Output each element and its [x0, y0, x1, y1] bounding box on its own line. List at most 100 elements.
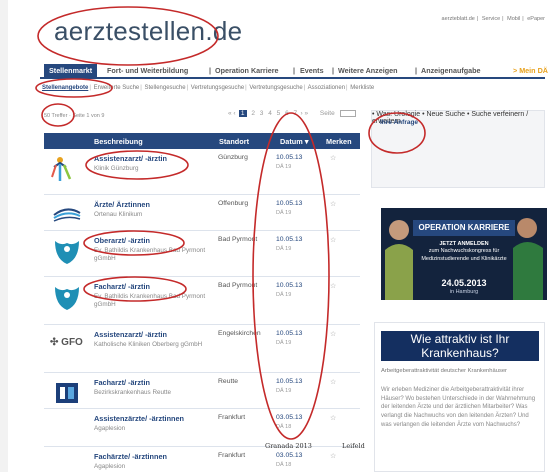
subnav-erweiterte-suche[interactable]: Erweiterte Suche — [94, 85, 140, 91]
bookmark-icon[interactable]: ☆ — [330, 282, 336, 290]
promo-subheading: JETZT ANMELDEN zum Nachwuchskongress für… — [421, 241, 507, 262]
watermark-right: Leifeld — [342, 442, 365, 450]
bookmark-icon[interactable]: ☆ — [330, 378, 336, 386]
pager-page-4[interactable]: 4 — [268, 110, 272, 117]
nav-sep: | — [332, 66, 335, 75]
search-query-title: Ihre Anfrage — [380, 119, 419, 126]
nav-operation-karriere[interactable]: Operation Karriere — [215, 66, 279, 75]
subnav-vertretungsgesuche-1[interactable]: Vertretungsgesuche — [191, 85, 244, 91]
bookmark-icon[interactable]: ☆ — [330, 154, 336, 162]
listing-employer: Bezirkskrankenhaus Reutte — [94, 389, 172, 396]
pager-page-5[interactable]: 5 — [277, 110, 281, 117]
listing-location: Offenburg — [218, 200, 249, 207]
listing-date: 10.05.13 — [276, 330, 303, 337]
nav-weitere-anzeigen[interactable]: Weitere Anzeigen — [338, 66, 398, 75]
listing-title[interactable]: Assistenzarzt/ -ärztin — [94, 154, 167, 163]
bathildis-logo-icon — [55, 287, 79, 310]
table-header: Beschreibung Standort Datum ▾ Merken — [44, 133, 360, 149]
pager-prev[interactable]: « ‹ — [228, 110, 236, 117]
col-standort[interactable]: Standort — [219, 137, 249, 146]
listing-employer: Ev. Bathildis Krankenhaus Bad Pyrmont gG… — [94, 247, 206, 262]
subnav-assoziationen[interactable]: Assoziationen — [308, 85, 345, 91]
table-row[interactable]: ✣ GFO Assistenzarzt/ -ärztin Katholische… — [44, 325, 360, 373]
pager-page-3[interactable]: 3 — [260, 110, 264, 117]
top-link-epaper[interactable]: ePaper — [527, 16, 545, 22]
new-search-link[interactable]: • Neue Suche — [422, 111, 465, 118]
listing-date: 03.05.13 — [276, 414, 303, 421]
promo-heading: OPERATION KARRIERE — [413, 220, 515, 236]
listing-employer: Klinik Günzburg — [94, 165, 139, 172]
table-row[interactable]: Assistenzarzt/ -ärztin Klinik Günzburg G… — [44, 149, 360, 195]
listing-date: 10.05.13 — [276, 154, 303, 161]
pager-page-1[interactable]: 1 — [238, 110, 247, 118]
listing-date: 10.05.13 — [276, 378, 303, 385]
top-link-mobil[interactable]: Mobil — [507, 16, 520, 22]
listing-title[interactable]: Facharzt/ -ärztin — [94, 282, 150, 291]
nav-sep: | — [209, 66, 212, 75]
listing-title[interactable]: Facharzt/ -ärztin — [94, 378, 150, 387]
pager-page-7[interactable]: 7 — [294, 110, 298, 117]
pager-page-6[interactable]: 6 — [285, 110, 289, 117]
listing-location: Bad Pyrmont — [218, 282, 258, 289]
results-count: 50 Treffer · Seite 1 von 9 — [44, 113, 105, 119]
bookmark-icon[interactable]: ☆ — [330, 330, 336, 338]
klinik-guenzburg-logo-icon — [51, 157, 72, 181]
listing-tag: DÄ 18 — [276, 462, 292, 468]
listing-employer: Agaplesion — [94, 425, 126, 432]
bookmark-icon[interactable]: ☆ — [330, 236, 336, 244]
pager-next[interactable]: › » — [300, 110, 308, 117]
listing-title[interactable]: Assistenzärzte/ -ärztinnen — [94, 414, 184, 423]
listing-location: Frankfurt — [218, 452, 246, 459]
top-link-aerzteblatt[interactable]: aerzteblatt.de — [442, 16, 475, 22]
listing-tag: DÄ 19 — [276, 246, 292, 252]
table-row[interactable]: Ärzte/ Ärztinnen Ortenau Klinikum Offenb… — [44, 195, 360, 231]
bookmark-icon[interactable]: ☆ — [330, 452, 336, 460]
listing-employer: Ortenau Klinikum — [94, 211, 143, 218]
subnav-stellenangebote[interactable]: Stellenangebote — [42, 85, 88, 91]
hospital-survey-ad[interactable]: Wie attraktiv ist Ihr Krankenhaus? Arbei… — [374, 322, 545, 472]
table-row[interactable]: Fachärzte/ -ärztinnen Agaplesion Frankfu… — [44, 447, 360, 472]
bkh-reutte-logo-icon — [56, 383, 78, 403]
pager-page-2[interactable]: 2 — [251, 110, 255, 117]
listing-title[interactable]: Oberarzt/ -ärztin — [94, 236, 150, 245]
listing-location: Bad Pyrmont — [218, 236, 258, 243]
listing-title[interactable]: Fachärzte/ -ärztinnen — [94, 452, 167, 461]
watermark-left: Granada 2013 — [265, 442, 312, 450]
search-query-box: Ihre Anfrage • Was: Urologie • Neue Such… — [371, 110, 545, 188]
pager-goto-label: Seite — [319, 110, 335, 118]
nav-stellenmarkt[interactable]: Stellenmarkt — [44, 64, 98, 78]
ortenau-klinikum-logo-icon — [53, 208, 81, 222]
col-datum[interactable]: Datum ▾ — [280, 137, 308, 146]
table-row[interactable]: Facharzt/ -ärztin Bezirkskrankenhaus Reu… — [44, 373, 360, 409]
nav-anzeigenaufgabe[interactable]: Anzeigenaufgabe — [421, 66, 481, 75]
subnav-merkliste[interactable]: Merkliste — [350, 85, 374, 91]
listing-tag: DÄ 19 — [276, 388, 292, 394]
listing-tag: DÄ 19 — [276, 292, 292, 298]
table-row[interactable]: Oberarzt/ -ärztin Ev. Bathildis Krankenh… — [44, 231, 360, 277]
nav-fort-weiterbildung[interactable]: Fort- und Weiterbildung — [107, 66, 188, 75]
nav-mein-dae[interactable]: > Mein DÄ — [513, 66, 548, 75]
listing-employer: Agaplesion — [94, 463, 126, 470]
ad-body: Wir erleben Mediziner die Arbeitgeberatt… — [381, 387, 536, 428]
listing-employer: Ev. Bathildis Krankenhaus Bad Pyrmont gG… — [94, 293, 206, 308]
pager-goto-input[interactable] — [339, 110, 356, 117]
bookmark-icon[interactable]: ☆ — [330, 414, 336, 422]
listing-title[interactable]: Ärzte/ Ärztinnen — [94, 200, 150, 209]
listing-title[interactable]: Assistenzarzt/ -ärztin — [94, 330, 167, 339]
gfo-logo-icon: ✣ GFO — [50, 337, 83, 348]
subnav-stellengesuche[interactable]: Stellengesuche — [145, 85, 186, 91]
nav-events[interactable]: Events — [300, 66, 324, 75]
listing-location: Frankfurt — [218, 414, 246, 421]
subnav-vertretungsgesuche-2[interactable]: Vertretungsgesuche — [249, 85, 302, 91]
site-logo[interactable]: aerztestellen.de — [54, 16, 242, 47]
promo-city: in Hamburg — [449, 289, 479, 295]
bookmark-icon[interactable]: ☆ — [330, 200, 336, 208]
query-what-link[interactable]: • Was: Urologie — [372, 111, 420, 118]
operation-karriere-banner[interactable]: OPERATION KARRIERE JETZT ANMELDEN zum Na… — [381, 208, 547, 300]
table-row[interactable]: Assistenzärzte/ -ärztinnen Agaplesion Fr… — [44, 409, 360, 447]
col-beschreibung[interactable]: Beschreibung — [94, 137, 143, 146]
table-row[interactable]: Facharzt/ -ärztin Ev. Bathildis Krankenh… — [44, 277, 360, 325]
listing-location: Günzburg — [218, 154, 248, 161]
top-link-service[interactable]: Service — [482, 16, 500, 22]
top-links: aerzteblatt.de | Service | Mobil | ePaper — [441, 16, 545, 22]
